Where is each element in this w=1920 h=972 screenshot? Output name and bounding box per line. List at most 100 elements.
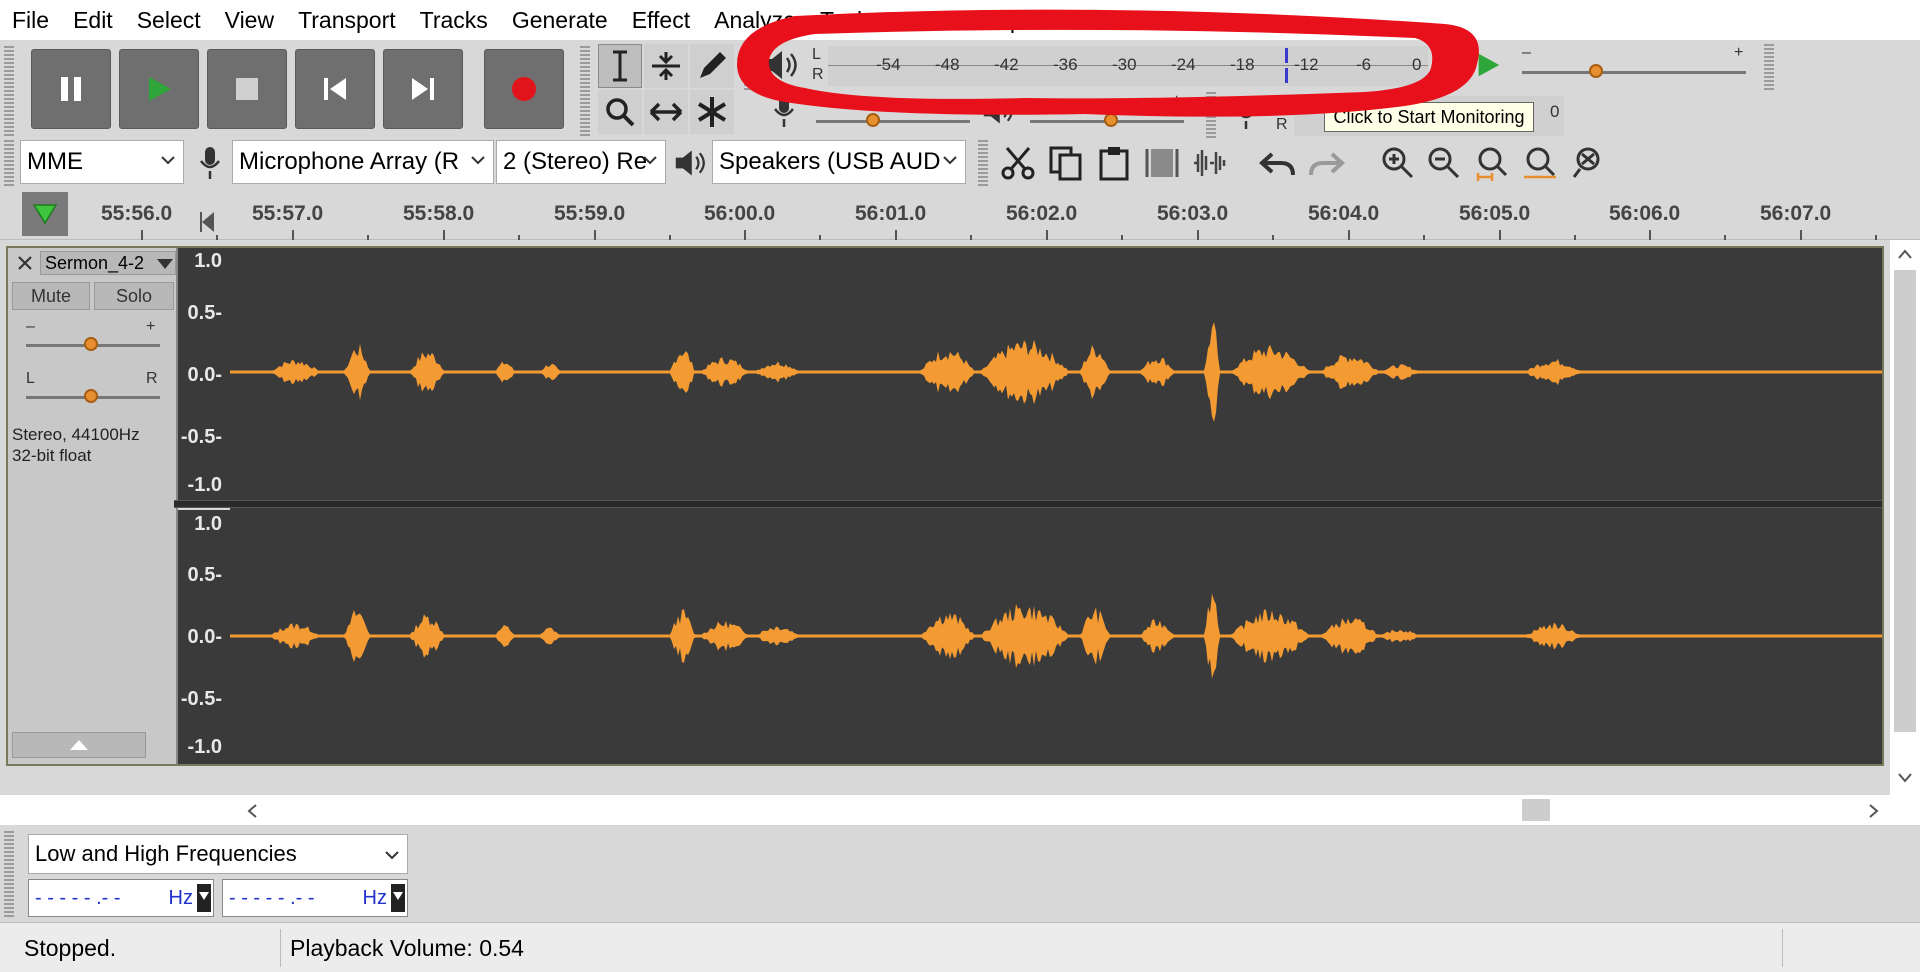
zoom-out-button[interactable] [1422,140,1466,186]
triangle-down-icon [157,259,173,269]
zoom-fit-icon [1524,147,1556,179]
toolbar-grip[interactable] [1764,44,1774,90]
scale-label: -0.5- [180,426,222,448]
recording-channels-select[interactable]: 2 (Stereo) Re [496,140,666,184]
high-frequency-unit-menu[interactable] [391,884,405,912]
horizontal-scrollbar[interactable] [0,795,1920,825]
menu-edit[interactable]: Edit [61,0,125,40]
skip-to-start-button[interactable] [295,49,375,129]
copy-icon [1049,146,1082,181]
high-frequency-unit: Hz [362,886,387,909]
scale-label: -1.0 [187,474,222,496]
redo-icon [1309,152,1345,176]
record-button[interactable] [484,49,564,129]
fit-project-button[interactable] [1518,140,1562,186]
speed-slider-minus: – [1522,44,1531,61]
menu-transport[interactable]: Transport [286,0,408,40]
spectral-selection-toolbar: Low and High Frequencies - - - - - .- - … [0,825,1920,922]
menu-tracks[interactable]: Tracks [408,0,500,40]
speed-slider[interactable] [1522,71,1746,74]
copy-button[interactable] [1044,140,1088,186]
close-track-button[interactable] [14,252,36,274]
chevron-right-icon[interactable] [1868,803,1880,819]
cut-button[interactable] [996,140,1040,186]
silence-audio-button[interactable] [1188,140,1232,186]
pan-left-label: L [26,370,35,387]
vertical-scrollbar[interactable] [1890,240,1920,795]
recording-channels-value: 2 (Stereo) Re [503,148,648,175]
menu-generate[interactable]: Generate [500,0,620,40]
playback-device-icon [668,140,712,186]
low-frequency-unit: Hz [168,886,193,909]
audio-host-select[interactable]: MME [20,140,184,184]
waveform-right-channel [230,593,1882,679]
timeline-ruler[interactable]: 55:56.0 55:57.0 55:58.0 55:59.0 56:00.0 … [0,190,1920,240]
waveform-view[interactable] [174,248,1882,764]
spectral-mode-select[interactable]: Low and High Frequencies [28,834,408,874]
chevron-up-icon[interactable] [1897,248,1913,260]
toolbar-grip[interactable] [580,44,590,136]
collapse-track-button[interactable] [12,732,146,758]
timeline-label: 56:04.0 [1308,202,1380,225]
timeline-options-button[interactable] [22,192,68,236]
pan-right-label: R [146,370,158,387]
paste-button[interactable] [1092,140,1136,186]
low-frequency-field[interactable]: - - - - - .- - Hz [28,879,214,917]
envelope-tool[interactable] [644,44,688,88]
fit-selection-button[interactable] [1470,140,1514,186]
skip-to-end-icon [412,78,434,100]
menu-select[interactable]: Select [125,0,213,40]
time-shift-tool[interactable] [644,90,688,134]
toolbar-grip[interactable] [4,829,14,917]
high-frequency-field[interactable]: - - - - - .- - Hz [222,879,408,917]
chevron-left-icon[interactable] [246,803,258,819]
trim-audio-button[interactable] [1140,140,1184,186]
chevron-down-icon[interactable] [1897,772,1913,784]
low-frequency-unit-menu[interactable] [197,884,211,912]
red-annotation-loop [737,9,1479,117]
menu-effect[interactable]: Effect [620,0,702,40]
playback-device-select[interactable]: Speakers (USB AUD [712,140,966,184]
i-beam-icon [613,50,627,82]
toolbar-grip[interactable] [4,140,14,186]
track-control-panel[interactable]: Sermon_4-2 Mute Solo – + L R Stereo, 441… [8,248,178,764]
stop-button[interactable] [207,49,287,129]
timeline-label: 56:05.0 [1459,202,1531,225]
spectral-mode-value: Low and High Frequencies [35,841,297,866]
pan-slider-knob[interactable] [84,389,98,403]
play-button[interactable] [119,49,199,129]
speed-slider-knob[interactable] [1589,64,1603,78]
track-format: Stereo, 44100Hz [12,425,140,444]
menu-view[interactable]: View [213,0,286,40]
menu-file[interactable]: File [0,0,61,40]
triangle-down-icon [32,204,58,225]
close-icon [18,256,32,270]
zoom-in-button[interactable] [1376,140,1420,186]
mute-button[interactable]: Mute [12,282,90,310]
toolbar-grip[interactable] [4,44,14,136]
selection-tool[interactable] [598,44,642,88]
toolbar-grip[interactable] [978,140,988,186]
high-frequency-value: - - - - - .- - [229,886,315,909]
zoom-selection-icon [1476,147,1508,181]
skip-to-end-button[interactable] [383,49,463,129]
chevron-down-icon [161,156,175,165]
scale-label: 0.5- [187,302,222,324]
triangle-down-icon [199,892,209,900]
magnifier-icon [606,98,635,127]
solo-button[interactable]: Solo [94,282,174,310]
zoom-tool[interactable] [598,90,642,134]
zoom-toggle-button[interactable] [1566,140,1610,186]
waveform-left-channel [230,322,1882,422]
redo-button[interactable] [1304,140,1348,186]
gain-slider-knob[interactable] [84,337,98,351]
vertical-scroll-thumb[interactable] [1894,270,1916,732]
undo-button[interactable] [1256,140,1300,186]
microphone-icon [200,147,220,179]
chevron-down-icon [643,156,657,165]
timeline-label: 56:03.0 [1157,202,1229,225]
horizontal-scroll-thumb[interactable] [1522,799,1550,821]
pause-button[interactable] [31,49,111,129]
recording-device-select[interactable]: Microphone Array (R [232,140,494,184]
status-playback-volume: Playback Volume: 0.54 [290,935,524,961]
